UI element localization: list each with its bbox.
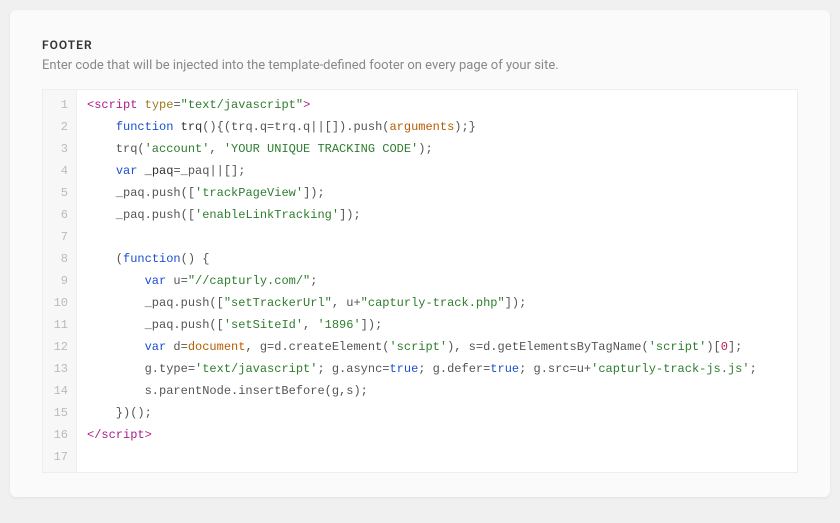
line-number: 8 [53,248,68,270]
code-line[interactable] [87,446,787,468]
code-line[interactable]: function trq(){(trq.q=trq.q||[]).push(ar… [87,116,787,138]
code-editor[interactable]: 1234567891011121314151617 <script type="… [42,89,798,473]
code-line[interactable]: trq('account', 'YOUR UNIQUE TRACKING COD… [87,138,787,160]
code-line[interactable]: _paq.push(['setSiteId', '1896']); [87,314,787,336]
code-line[interactable]: </script> [87,424,787,446]
line-number: 14 [53,380,68,402]
section-title: FOOTER [42,38,798,52]
code-line[interactable]: _paq.push(['trackPageView']); [87,182,787,204]
code-line[interactable] [87,226,787,248]
line-number: 5 [53,182,68,204]
code-line[interactable]: var _paq=_paq||[]; [87,160,787,182]
line-number: 1 [53,94,68,116]
line-number: 6 [53,204,68,226]
line-number: 15 [53,402,68,424]
line-number: 11 [53,314,68,336]
line-number: 4 [53,160,68,182]
code-line[interactable]: _paq.push(["setTrackerUrl", u+"capturly-… [87,292,787,314]
line-number: 2 [53,116,68,138]
line-number: 16 [53,424,68,446]
line-number: 7 [53,226,68,248]
footer-injection-card: FOOTER Enter code that will be injected … [10,10,830,497]
line-number: 10 [53,292,68,314]
line-number: 13 [53,358,68,380]
code-line[interactable]: (function() { [87,248,787,270]
code-line[interactable]: var u="//capturly.com/"; [87,270,787,292]
code-line[interactable]: g.type='text/javascript'; g.async=true; … [87,358,787,380]
code-line[interactable]: s.parentNode.insertBefore(g,s); [87,380,787,402]
code-area[interactable]: <script type="text/javascript"> function… [77,90,797,472]
line-number: 3 [53,138,68,160]
section-description: Enter code that will be injected into th… [42,58,798,73]
line-number-gutter: 1234567891011121314151617 [43,90,77,472]
code-line[interactable]: _paq.push(['enableLinkTracking']); [87,204,787,226]
line-number: 17 [53,446,68,468]
code-line[interactable]: var d=document, g=d.createElement('scrip… [87,336,787,358]
line-number: 12 [53,336,68,358]
line-number: 9 [53,270,68,292]
code-line[interactable]: <script type="text/javascript"> [87,94,787,116]
code-line[interactable]: })(); [87,402,787,424]
